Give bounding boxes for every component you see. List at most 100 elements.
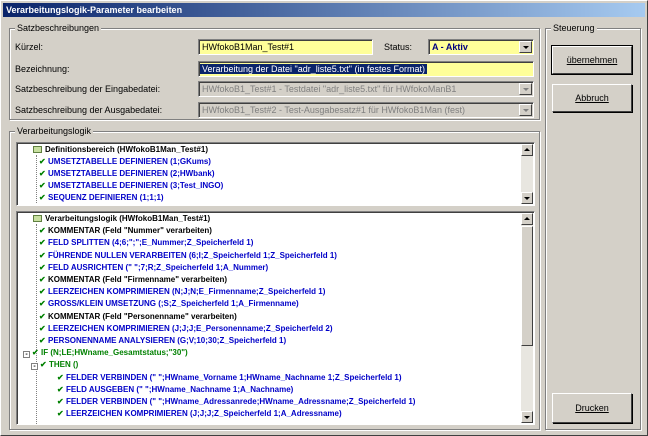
tree-item[interactable]: ✔ FELD SPLITTEN (4;6;";";E_Nummer;Z_Speic… (39, 238, 253, 248)
tree-item[interactable]: ✔ GROSS/KLEIN UMSETZUNG (;S;Z_Speicherfel… (39, 299, 299, 309)
check-icon: ✔ (39, 323, 46, 333)
tree-item[interactable]: ✔ KOMMENTAR (Feld "Personenname" verarbei… (39, 312, 237, 322)
tree-item[interactable]: ✔ SEQUENZ DEFINIEREN (1;1;1) (39, 193, 164, 203)
check-icon: ✔ (39, 169, 46, 178)
tree-item[interactable]: ✔ LEERZEICHEN KOMPRIMIEREN (J;J;J;Z_Speic… (57, 409, 342, 419)
kuerzel-label: Kürzel: (15, 42, 44, 52)
check-icon: ✔ (32, 348, 39, 358)
check-icon: ✔ (57, 397, 64, 406)
steuerung-legend: Steuerung (551, 23, 597, 34)
tree-item-label: FELD AUSGEBEN (" ";HWname_Nachname 1;A_N… (66, 384, 294, 394)
tree-item-label: KOMMENTAR (Feld "Firmenname" verarbeiten… (48, 275, 228, 284)
bezeichnung-value: Verarbeitung der Datei "adr_liste5.txt" … (200, 64, 427, 74)
tree-item-label: KOMMENTAR (Feld "Nummer" verarbeiten) (48, 226, 212, 236)
check-icon: ✔ (39, 181, 46, 190)
scroll-down-arrow-icon[interactable] (521, 192, 533, 204)
logic-scrollbar[interactable] (521, 213, 533, 423)
eingabedatei-dropdown-arrow-icon[interactable] (519, 83, 532, 95)
tree-item[interactable]: ✔ KOMMENTAR (Feld "Firmenname" verarbeite… (39, 275, 227, 285)
tree-item-label: FELD AUSRICHTEN (" ";7;R;Z_Speicherfeld … (48, 262, 269, 272)
scroll-up-arrow-icon[interactable] (521, 144, 533, 156)
tree-item[interactable]: ✔ FELDER VERBINDEN (" ";HWname_Vorname 1;… (57, 373, 402, 383)
check-icon: ✔ (39, 262, 46, 272)
status-value: A - Aktiv (432, 42, 468, 52)
kuerzel-input[interactable]: HWfokoB1Man_Test#1 (198, 39, 373, 55)
tree-item[interactable]: ✔ LEERZEICHEN KOMPRIMIEREN (N;J;N;E_Firme… (39, 287, 325, 297)
bezeichnung-label: Bezeichnung: (15, 64, 70, 74)
tree-item[interactable]: - ✔ IF (N;LE;HWname_Gesamtstatus;"30") (23, 348, 188, 359)
check-icon: ✔ (39, 250, 46, 260)
tree-item-label: UMSETZTABELLE DEFINIEREN (3;Test_INGO) (48, 181, 224, 190)
abbruch-button[interactable]: Abbruch (552, 84, 632, 112)
tree-item-label: FÜHRENDE NULLEN VERARBEITEN (6;I;Z_Speic… (48, 250, 337, 260)
dialog-window: Verarbeitungslogik-Parameter bearbeiten … (0, 0, 648, 436)
folder-icon (33, 215, 42, 222)
tree-item-label: UMSETZTABELLE DEFINIEREN (2;HWbank) (48, 169, 215, 178)
ausgabedatei-dropdown-arrow-icon[interactable] (519, 104, 532, 116)
tree-item[interactable]: ✔ PERSONENNAME ANALYSIEREN (G;V;10;30;Z_S… (39, 336, 286, 346)
verarbeitungslogik-legend: Verarbeitungslogik (15, 126, 94, 137)
tree-connector-line (36, 224, 37, 424)
collapse-icon[interactable]: - (23, 351, 30, 359)
tree-item-label: LEERZEICHEN KOMPRIMIEREN (N;J;N;E_Firmen… (48, 287, 326, 297)
drucken-button[interactable]: Drucken (552, 393, 632, 423)
bezeichnung-input[interactable]: Verarbeitung der Datei "adr_liste5.txt" … (198, 61, 534, 77)
eingabedatei-value: HWfokoB1_Test#1 - Testdatei "adr_liste5.… (202, 84, 457, 94)
check-icon: ✔ (39, 226, 46, 236)
tree-item[interactable]: - ✔ THEN () (31, 360, 79, 371)
status-label: Status: (384, 42, 413, 52)
definitions-tree[interactable]: Definitionsbereich (HWfokoB1Man_Test#1) ✔… (16, 142, 535, 206)
status-select[interactable]: A - Aktiv (428, 39, 534, 55)
check-icon: ✔ (39, 238, 46, 248)
tree-item-label: GROSS/KLEIN UMSETZUNG (;S;Z_Speicherfeld… (48, 299, 299, 309)
eingabedatei-select[interactable]: HWfokoB1_Test#1 - Testdatei "adr_liste5.… (198, 81, 534, 97)
check-icon: ✔ (57, 384, 64, 394)
tree-item-label: Definitionsbereich (HWfokoB1Man_Test#1) (45, 145, 208, 154)
status-dropdown-arrow-icon[interactable] (519, 41, 532, 53)
tree-item[interactable]: ✔ FELD AUSGEBEN (" ";HWname_Nachname 1;A_… (57, 385, 293, 395)
tree-item-label: FELD SPLITTEN (4;6;";";E_Nummer;Z_Speich… (48, 238, 254, 248)
tree-item[interactable]: ✔ UMSETZTABELLE DEFINIEREN (1;GKums) (39, 157, 211, 167)
check-icon: ✔ (39, 275, 46, 284)
tree-connector-line (36, 155, 37, 203)
check-icon: ✔ (39, 193, 46, 202)
uebernehmen-button[interactable]: übernehmen (551, 45, 633, 75)
folder-icon (33, 146, 42, 153)
tree-item-label: Verarbeitungslogik (HWfokoB1Man_Test#1) (45, 214, 211, 223)
tree-item[interactable]: ✔ FELDER VERBINDEN (" ";HWname_Adressanre… (57, 397, 415, 407)
definitions-scrollbar[interactable] (521, 144, 533, 204)
tree-item[interactable]: ✔ FÜHRENDE NULLEN VERARBEITEN (6;I;Z_Spei… (39, 251, 337, 261)
tree-item-label: THEN () (49, 360, 79, 370)
ausgabedatei-value: HWfokoB1_Test#2 - Test-Ausgabesatz#1 für… (202, 105, 465, 115)
tree-root[interactable]: Definitionsbereich (HWfokoB1Man_Test#1) (33, 145, 208, 155)
logic-tree[interactable]: Verarbeitungslogik (HWfokoB1Man_Test#1) ✔… (16, 211, 535, 425)
check-icon: ✔ (57, 409, 64, 419)
eingabedatei-label: Satzbeschreibung der Eingabedatei: (15, 84, 161, 94)
check-icon: ✔ (39, 287, 46, 297)
tree-item-label: LEERZEICHEN KOMPRIMIEREN (J;J;J;E_Person… (48, 323, 333, 333)
tree-item[interactable]: ✔ UMSETZTABELLE DEFINIEREN (3;Test_INGO) (39, 181, 223, 191)
check-icon: ✔ (57, 372, 64, 382)
satzbeschreibungen-legend: Satzbeschreibungen (15, 23, 102, 34)
scroll-thumb[interactable] (521, 226, 533, 346)
tree-item-label: PERSONENNAME ANALYSIEREN (G;V;10;30;Z_Sp… (48, 336, 287, 345)
verarbeitungslogik-group: Verarbeitungslogik Definitionsbereich (H… (9, 126, 540, 430)
kuerzel-value: HWfokoB1Man_Test#1 (202, 42, 295, 52)
scroll-up-arrow-icon[interactable] (521, 213, 533, 225)
tree-item[interactable]: ✔ UMSETZTABELLE DEFINIEREN (2;HWbank) (39, 169, 215, 179)
check-icon: ✔ (40, 360, 47, 370)
tree-item[interactable]: ✔ KOMMENTAR (Feld "Nummer" verarbeiten) (39, 226, 212, 236)
steuerung-group: Steuerung übernehmen Abbruch Drucken (545, 23, 641, 430)
check-icon: ✔ (39, 299, 46, 309)
tree-item-label: FELDER VERBINDEN (" ";HWname_Adressanred… (66, 397, 416, 406)
collapse-icon[interactable]: - (31, 363, 38, 371)
tree-item[interactable]: ✔ LEERZEICHEN KOMPRIMIEREN (J;J;J;E_Perso… (39, 324, 333, 334)
ausgabedatei-select[interactable]: HWfokoB1_Test#2 - Test-Ausgabesatz#1 für… (198, 102, 534, 118)
tree-root[interactable]: Verarbeitungslogik (HWfokoB1Man_Test#1) (33, 214, 210, 224)
tree-item-label: KOMMENTAR (Feld "Personenname" verarbeit… (48, 311, 237, 321)
satzbeschreibungen-group: Satzbeschreibungen Kürzel: HWfokoB1Man_T… (9, 23, 540, 120)
tree-item[interactable]: ✔ FELD AUSRICHTEN (" ";7;R;Z_Speicherfeld… (39, 263, 268, 273)
tree-item-label: IF (N;LE;HWname_Gesamtstatus;"30") (41, 348, 188, 358)
tree-item-label: FELDER VERBINDEN (" ";HWname_Vorname 1;H… (66, 372, 402, 382)
scroll-down-arrow-icon[interactable] (521, 411, 533, 423)
